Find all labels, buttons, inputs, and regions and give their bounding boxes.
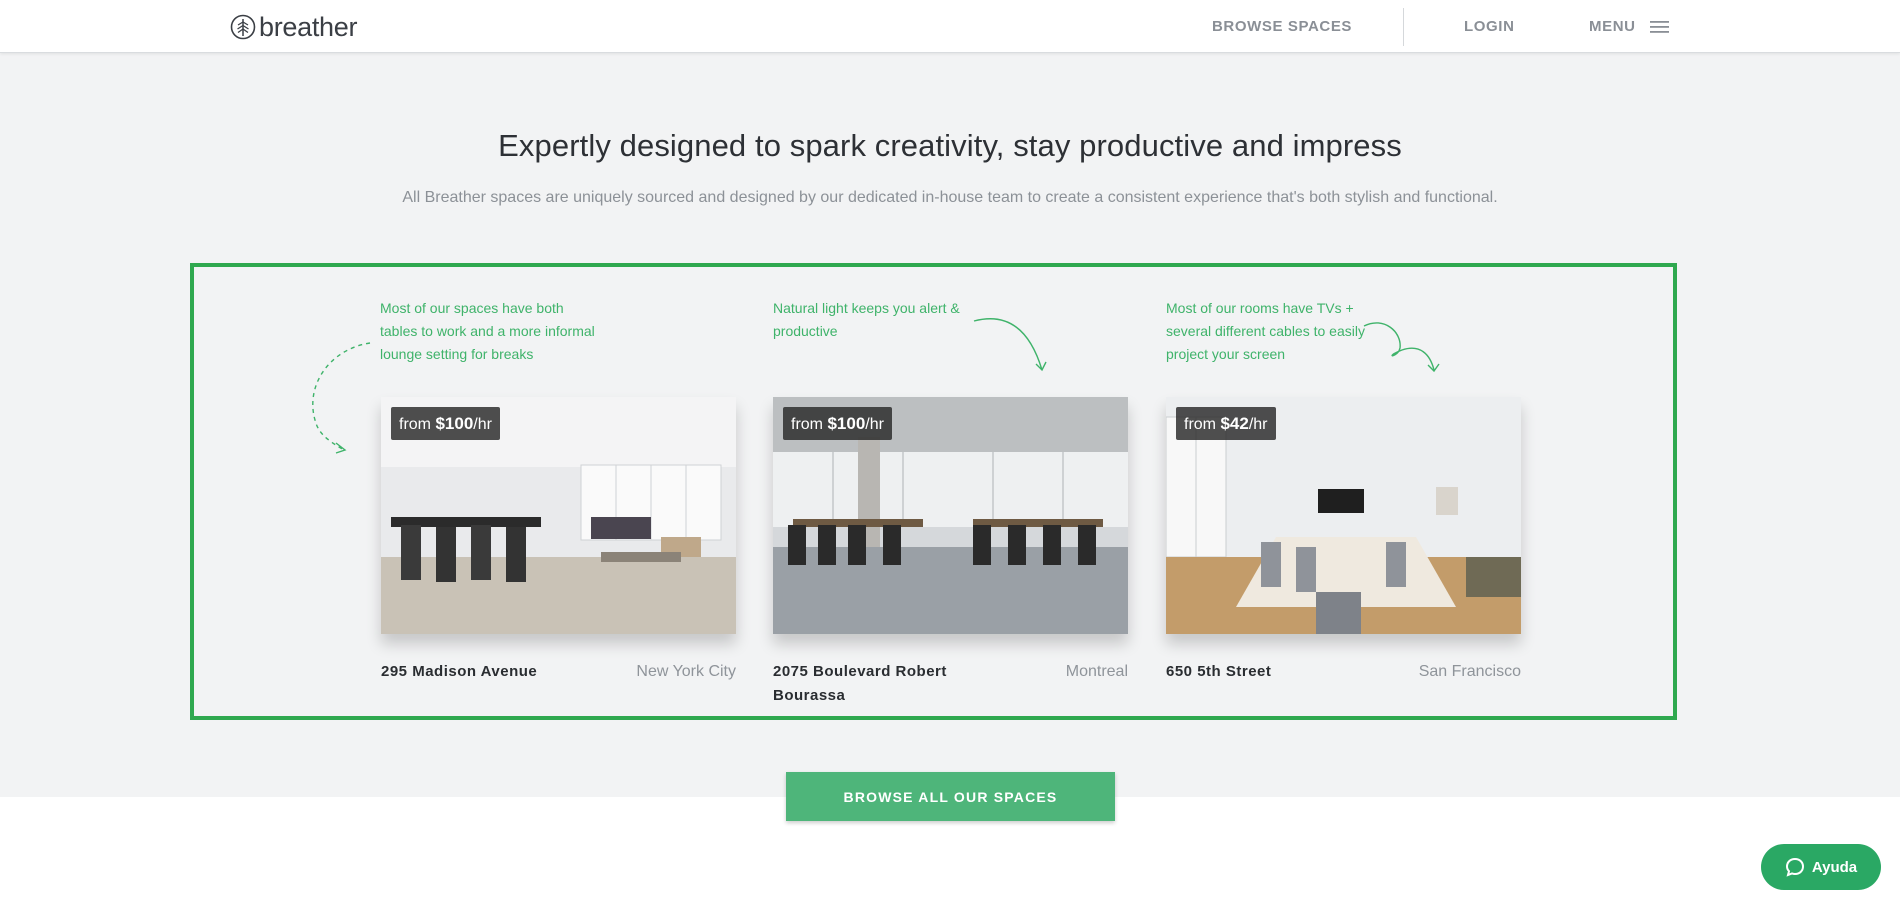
curved-arrow-icon (1363, 322, 1440, 373)
curved-arrow-icon (312, 342, 371, 454)
site-header: breather BROWSE SPACES LOGIN MENU (0, 0, 1900, 53)
nav-divider (1403, 8, 1404, 46)
space-photo[interactable]: from $42/hr (1166, 397, 1521, 634)
space-photo[interactable]: from $100/hr (773, 397, 1128, 634)
price-badge: from $42/hr (1176, 407, 1276, 440)
price-prefix: from (399, 416, 436, 433)
nav-browse-spaces[interactable]: BROWSE SPACES (1212, 18, 1352, 36)
price-prefix: from (1184, 416, 1221, 433)
nav-login[interactable]: LOGIN (1464, 18, 1515, 36)
price-unit: /hr (1248, 416, 1268, 433)
space-city: San Francisco (1418, 663, 1521, 680)
space-city: New York City (636, 663, 736, 680)
breather-logo[interactable]: breather (230, 12, 357, 42)
curved-arrow-icon (973, 318, 1047, 372)
price-unit: /hr (865, 416, 884, 433)
help-label: Ayuda (1811, 858, 1858, 876)
annotation-text: Most of our spaces have both tables to w… (380, 300, 595, 362)
nav-menu[interactable]: MENU (1589, 18, 1669, 36)
price-amount: $100 (827, 414, 866, 433)
space-address[interactable]: 650 5th Street (1166, 660, 1386, 684)
space-city: Montreal (1065, 663, 1128, 680)
logo-text: breather (259, 12, 358, 42)
nav-menu-label: MENU (1589, 18, 1636, 35)
price-unit: /hr (473, 416, 492, 433)
annotation-text: Most of our rooms have TVs + several dif… (1166, 300, 1365, 362)
price-badge: from $100/hr (783, 407, 892, 440)
space-address[interactable]: 2075 Boulevard Robert Bourassa (773, 660, 993, 708)
price-badge: from $100/hr (391, 407, 500, 440)
price-amount: $42 (1220, 414, 1249, 433)
chat-bubble-icon (1785, 857, 1804, 877)
browse-all-spaces-button[interactable]: BROWSE ALL OUR SPACES (786, 772, 1115, 821)
space-photo[interactable]: from $100/hr (381, 397, 736, 634)
section-title: Expertly designed to spark creativity, s… (498, 128, 1402, 163)
price-prefix: from (791, 416, 828, 433)
section-subtitle: All Breather spaces are uniquely sourced… (402, 189, 1498, 206)
annotation-text: Natural light keeps you alert & producti… (773, 300, 960, 339)
hamburger-menu-icon (1649, 21, 1669, 33)
breather-logo-icon (230, 14, 256, 40)
price-amount: $100 (435, 414, 474, 433)
help-chat-button[interactable]: Ayuda (1761, 844, 1881, 890)
